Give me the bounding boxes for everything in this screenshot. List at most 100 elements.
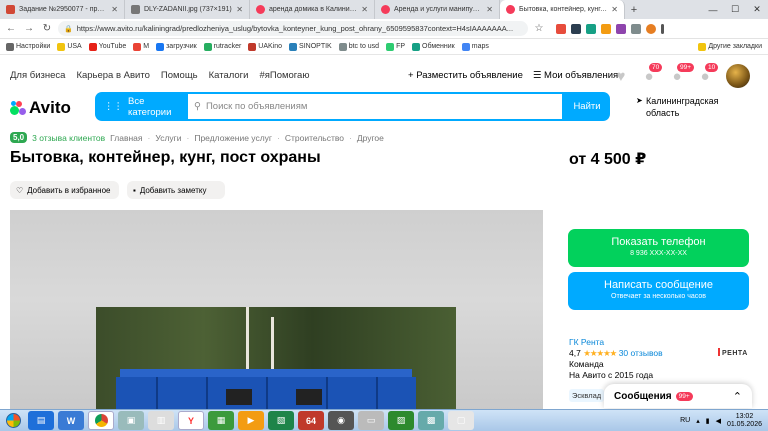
address-bar-row: ← → ↻ 🔒 https://www.avito.ru/kaliningrad… [0,19,768,39]
add-note-button[interactable]: ▪ Добавить заметку [127,181,225,199]
bookmark-item[interactable]: btc to usd [338,42,379,51]
extension-icon[interactable] [631,23,641,34]
all-categories-button[interactable]: ⋮⋮ Все категории [95,92,186,121]
cart-badge: 10 [705,63,719,72]
app-icon[interactable]: ▧ [268,411,294,430]
find-button[interactable]: Найти [564,92,610,121]
app-icon[interactable]: ▩ [418,411,444,430]
browser-tab-4[interactable]: Аренда и услуги манипулятор ✕ [375,0,500,19]
listing-photo[interactable] [10,210,543,410]
app-icon[interactable]: ◉ [328,411,354,430]
browser-tab-3[interactable]: аренда домика в Калинингра ✕ [250,0,375,19]
media-player-icon[interactable]: ▶ [238,411,264,430]
app-icon[interactable]: 64 [298,411,324,430]
seller-name[interactable]: ГК Рента [569,337,663,348]
close-icon[interactable]: ✕ [236,5,243,14]
extension-icon[interactable] [586,23,596,34]
breadcrumb-item[interactable]: Главная [110,133,142,143]
close-icon[interactable]: ✕ [111,5,118,14]
extension-icon[interactable] [616,23,626,34]
back-icon[interactable]: ← [4,22,18,36]
browser-tab-2[interactable]: DLY-ZADANII.jpg (737×191) ✕ [125,0,250,19]
close-window-icon[interactable]: ✕ [746,0,768,19]
seller-logo[interactable]: РЕНТА [718,348,748,357]
nav-link-help[interactable]: Помощь [161,70,198,81]
bookmark-item[interactable]: FP [386,42,405,51]
browser-tab-active[interactable]: Бытовка, контейнер, кунг, по ✕ [500,0,625,19]
minimize-icon[interactable]: — [702,0,724,19]
show-phone-button[interactable]: Показать телефон 8 936 XXX-XX-XX [568,229,749,267]
bookmark-item[interactable]: Обменник [412,42,455,51]
bookmark-item[interactable]: Настройки [6,42,50,51]
close-icon[interactable]: ✕ [611,5,618,14]
breadcrumb-item[interactable]: Строительство [285,133,344,143]
app-icon[interactable]: W [58,411,84,430]
window-controls: — ☐ ✕ [702,0,768,19]
location-selector[interactable]: ➤ Калининградская область [636,95,746,119]
extension-icon[interactable] [571,23,581,34]
chevron-up-icon[interactable]: ⌃ [733,390,742,403]
extension-icon[interactable] [556,23,566,34]
tab-label: аренда домика в Калинингра [269,6,358,13]
breadcrumb-item[interactable]: Предложение услуг [194,133,272,143]
post-ad-link[interactable]: + Разместить объявление [408,70,523,81]
bookmark-item[interactable]: YouTube [88,42,126,51]
nav-link-catalogs[interactable]: Каталоги [209,70,249,81]
bookmark-item[interactable]: rutracker [203,42,241,51]
reload-icon[interactable]: ↻ [40,22,54,36]
my-ads-link[interactable]: ☰ Мои объявления [533,70,618,81]
messenger-badge: 99+ [675,391,693,401]
heart-icon[interactable]: ♥ [612,67,630,85]
app-icon[interactable]: ▣ [118,411,144,430]
cart-icon[interactable]: ● 10 [696,63,719,85]
tray-arrow-icon[interactable]: ▴ [696,417,700,425]
start-button[interactable] [2,411,24,431]
add-to-favorites-button[interactable]: ♡ Добавить в избранное [10,181,119,199]
volume-icon[interactable]: ◀ [716,417,721,425]
forward-icon[interactable]: → [22,22,36,36]
write-message-button[interactable]: Написать сообщение Отвечает за несколько… [568,272,749,310]
bookmark-item[interactable]: загрузчик [156,42,197,51]
bookmark-item[interactable]: USA [57,42,82,51]
extension-icon[interactable] [601,23,611,34]
language-indicator[interactable]: RU [680,417,690,424]
app-icon[interactable]: ▨ [388,411,414,430]
reviews-link[interactable]: 3 отзыва клиентов [32,133,105,143]
new-tab-button[interactable]: + [625,0,643,19]
chat-icon[interactable]: ● 99+ [668,63,695,85]
network-icon[interactable]: ▮ [706,417,710,425]
maximize-icon[interactable]: ☐ [724,0,746,19]
nav-link-business[interactable]: Для бизнеса [10,70,65,81]
breadcrumb-item[interactable]: Другое [357,133,384,143]
bookmark-item[interactable]: UAKino [248,42,282,51]
yandex-browser-icon[interactable]: Y [178,411,204,430]
app-icon[interactable]: ▥ [148,411,174,430]
messenger-widget[interactable]: Сообщения 99+ ⌃ [604,384,752,408]
chrome-icon[interactable] [88,411,114,430]
clock[interactable]: 13:02 01.05.2026 [727,413,762,429]
bell-icon[interactable]: ● 70 [640,63,663,85]
browser-tab-1[interactable]: Задание №2950077 - просмо ✕ [0,0,125,19]
menu-icon[interactable] [661,23,664,34]
close-icon[interactable]: ✕ [361,5,368,14]
explorer-icon[interactable]: ▤ [28,411,54,430]
bookmark-item[interactable]: SINOPTIK [289,42,332,51]
app-icon[interactable]: ▭ [358,411,384,430]
search-input[interactable]: ⚲ Поиск по объявлениям [186,92,564,121]
app-icon[interactable]: ▦ [208,411,234,430]
seller-reviews-link[interactable]: 30 отзывов [619,348,663,358]
close-icon[interactable]: ✕ [486,5,493,14]
sp-icon [6,5,15,14]
app-icon[interactable]: ▢ [448,411,474,430]
breadcrumb-item[interactable]: Услуги [155,133,181,143]
avito-logo[interactable]: Avito [10,98,71,118]
bookmark-item[interactable]: maps [461,42,489,51]
star-icon[interactable]: ☆ [532,22,546,36]
bookmark-item[interactable]: M [133,42,149,51]
profile-icon[interactable] [646,23,656,34]
other-bookmarks[interactable]: Другие закладки [698,42,762,51]
nav-link-help-hashtag[interactable]: #яПомогаю [259,70,309,81]
avatar[interactable] [726,64,750,88]
url-input[interactable]: 🔒 https://www.avito.ru/kaliningrad/predl… [58,21,528,36]
nav-link-career[interactable]: Карьера в Авито [76,70,149,81]
